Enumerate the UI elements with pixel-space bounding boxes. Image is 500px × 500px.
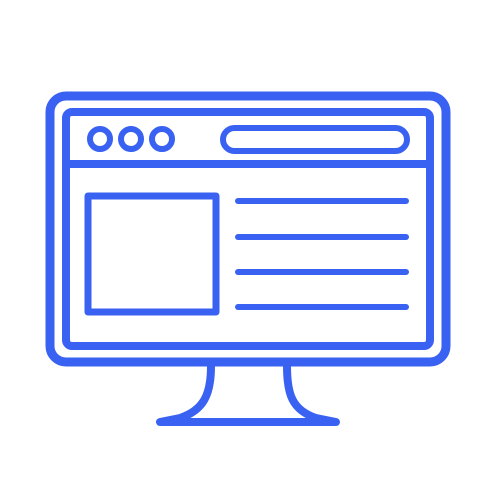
window-control-dot-icon [149,126,175,152]
window-control-dot-icon [118,126,144,152]
address-bar-icon [220,125,410,154]
desktop-monitor-browser-icon [45,91,451,426]
icon-canvas [0,0,500,500]
window-control-dot-icon [87,126,113,152]
image-placeholder-icon [84,192,220,316]
monitor-stand-icon [156,362,340,426]
